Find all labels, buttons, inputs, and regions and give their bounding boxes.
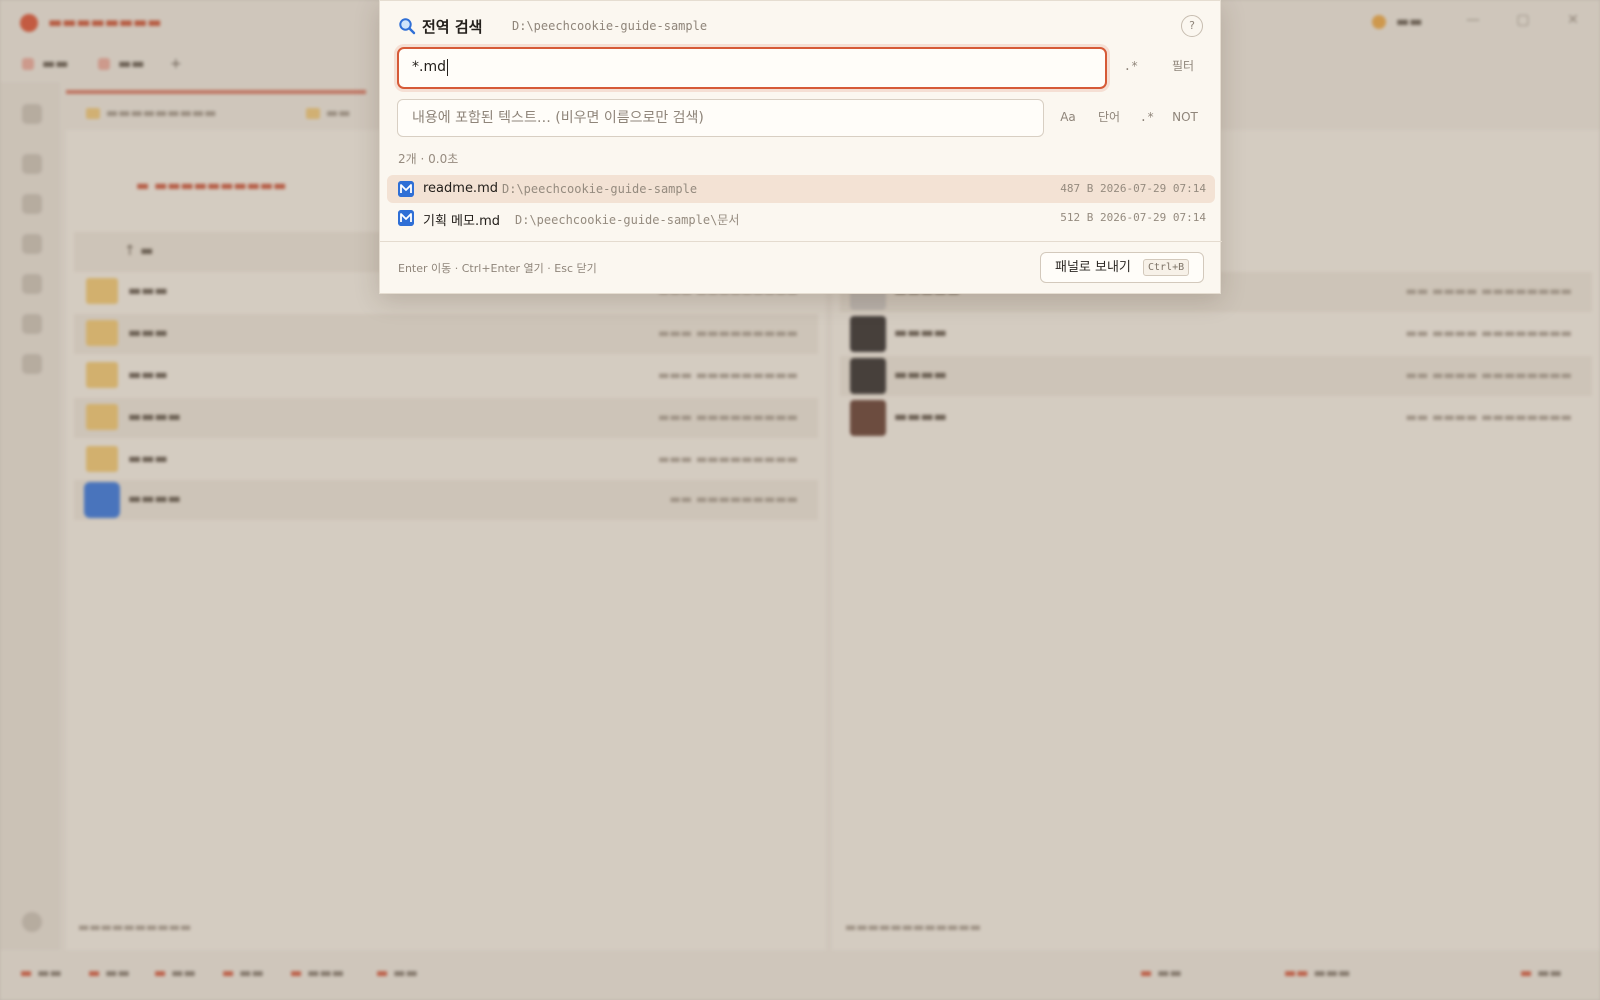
search-result-row[interactable]: 기획 메모.md D:\peechcookie-guide-sample\문서 … [387, 204, 1215, 232]
search-result-row[interactable]: readme.md D:\peechcookie-guide-sample 48… [387, 175, 1215, 203]
global-search-dialog: 전역 검색 D:\peechcookie-guide-sample ? *.md… [379, 0, 1222, 294]
dialog-title: 전역 검색 [422, 18, 483, 36]
result-file-name: 기획 메모.md [423, 214, 501, 229]
result-file-meta: 512 B 2026-07-29 07:14 [1060, 211, 1206, 224]
keyboard-hints: Enter 이동 · Ctrl+Enter 열기 · Esc 닫기 [398, 262, 597, 275]
result-file-path: D:\peechcookie-guide-sample\문서 [515, 213, 740, 227]
content-search-placeholder: 내용에 포함된 텍스트… (비우면 이름으로만 검색) [412, 110, 704, 126]
text-caret [446, 58, 448, 76]
filename-pattern-input[interactable]: *.md [397, 47, 1107, 89]
content-regex-toggle[interactable]: .* [1135, 105, 1159, 129]
whole-word-toggle[interactable]: 단어 [1092, 105, 1126, 129]
result-file-path: D:\peechcookie-guide-sample [502, 182, 698, 196]
content-search-input[interactable]: 내용에 포함된 텍스트… (비우면 이름으로만 검색) [397, 99, 1044, 137]
send-to-panel-label: 패널로 보내기 [1055, 260, 1131, 275]
filename-pattern-value: *.md [412, 59, 446, 75]
markdown-icon [398, 210, 414, 226]
dialog-header: 전역 검색 D:\peechcookie-guide-sample [398, 15, 1198, 39]
result-file-name: readme.md [423, 181, 498, 196]
markdown-icon [398, 181, 414, 197]
name-regex-toggle[interactable]: .* [1117, 54, 1145, 78]
footer-divider [380, 241, 1222, 242]
filter-button[interactable]: 필터 [1163, 54, 1203, 78]
match-case-toggle[interactable]: Aa [1055, 105, 1081, 129]
search-root-path: D:\peechcookie-guide-sample [512, 19, 708, 33]
send-to-panel-button[interactable]: 패널로 보내기 Ctrl+B [1040, 252, 1204, 283]
search-icon [399, 18, 416, 35]
not-toggle[interactable]: NOT [1168, 105, 1202, 129]
help-button[interactable]: ? [1181, 15, 1203, 37]
result-summary: 2개 · 0.0초 [398, 152, 459, 166]
shortcut-badge: Ctrl+B [1143, 259, 1190, 276]
result-file-meta: 487 B 2026-07-29 07:14 [1060, 182, 1206, 195]
